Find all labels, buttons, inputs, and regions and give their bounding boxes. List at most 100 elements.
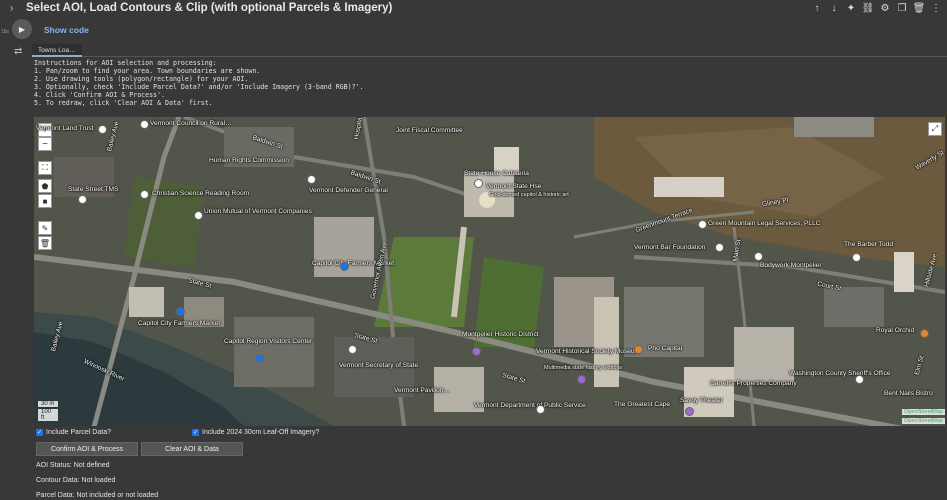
instruction-line: 2. Use drawing tools (polygon/rectangle)…	[34, 75, 249, 83]
map-label: Savoy Theater	[680, 397, 723, 404]
poi-pin-icon[interactable]	[140, 190, 149, 199]
gear-icon[interactable]: ⚙	[878, 1, 892, 15]
instruction-line: 1. Pan/zoom to find your area. Town boun…	[34, 67, 261, 75]
draw-polygon-icon[interactable]: ⬟	[38, 179, 52, 193]
parking-pin-icon[interactable]	[255, 354, 264, 363]
show-code-link[interactable]: Show code	[44, 25, 89, 35]
poi-pin-icon[interactable]	[348, 345, 357, 354]
map-label: Joint Fiscal Committee	[396, 127, 463, 134]
poi-pin-icon[interactable]	[715, 243, 724, 252]
map-view[interactable]: + − ⛶ ⬟ ■ ✎ 🗑 ⤢ Vermont Land Trust Vermo…	[34, 117, 945, 426]
map-label: Bodywork Montpelier	[760, 262, 822, 269]
map-label: Vermont Land Trust	[36, 125, 94, 132]
poi-pin-icon[interactable]	[536, 405, 545, 414]
theater-pin-icon[interactable]	[685, 407, 694, 416]
market-pin-icon[interactable]	[340, 262, 349, 271]
map-label: State Street TMS	[68, 186, 119, 193]
museum-pin-icon[interactable]	[577, 375, 586, 384]
poi-pin-icon[interactable]	[140, 120, 149, 129]
poi-pin-icon[interactable]	[754, 252, 763, 261]
map-attribution[interactable]: OpenStreetMap	[902, 418, 945, 424]
draw-rectangle-icon[interactable]: ■	[38, 194, 52, 208]
run-timestamp: 18s	[1, 29, 10, 35]
satellite-imagery	[34, 117, 945, 426]
fullscreen-toggle-icon[interactable]: ⛶	[38, 161, 52, 175]
map-label: Montpelier Historic District	[462, 331, 539, 338]
poi-pin-icon[interactable]	[98, 125, 107, 134]
map-label: Vermont Department of Public Service	[474, 402, 586, 409]
map-label: Vermont Secretary of State	[339, 362, 419, 369]
link-icon[interactable]: ⛓	[861, 1, 875, 15]
cell-header: › Select AOI, Load Contours & Clip (with…	[0, 0, 947, 16]
edit-layers-icon[interactable]: ✎	[38, 221, 52, 235]
instruction-line: 4. Click 'Confirm AOI & Process'.	[34, 91, 166, 99]
checkmark-icon: ✓	[36, 429, 43, 436]
expand-icon[interactable]: ⤢	[928, 122, 942, 136]
more-icon[interactable]: ⋮	[929, 1, 943, 15]
play-icon: ▶	[18, 24, 26, 34]
output-menu-icon[interactable]: ⇄	[14, 46, 22, 57]
map-label: Human Rights Commission	[209, 157, 289, 164]
map-label: Bent Nails Bistro	[884, 390, 933, 397]
map-label: Carrett's Properties Company	[710, 380, 797, 387]
map-label: Vermont State Hse	[486, 183, 542, 190]
trash-icon[interactable]: 🗑	[912, 1, 926, 15]
include-parcels-label: Include Parcel Data?	[46, 429, 111, 436]
map-label: Vermont Bar Foundation	[634, 244, 706, 251]
restaurant-pin-icon[interactable]	[920, 329, 929, 338]
poi-pin-icon[interactable]	[855, 375, 864, 384]
run-cell-button[interactable]: ▶	[12, 19, 32, 39]
contour-status: Contour Data: Not loaded	[36, 477, 116, 484]
cell-title: Select AOI, Load Contours & Clip (with o…	[26, 2, 393, 14]
map-label: Royal Orchid	[876, 327, 915, 334]
market-pin-icon[interactable]	[176, 307, 185, 316]
poi-pin-icon[interactable]	[474, 179, 483, 188]
include-imagery-checkbox[interactable]: ✓ Include 2024 30cm Leaf-Off Imagery?	[192, 429, 319, 436]
parcel-status: Parcel Data: Not included or not loaded	[36, 492, 159, 499]
cell-gutter: 18s ▶ ⇄	[0, 16, 36, 500]
arrow-up-icon[interactable]: ↑	[810, 1, 824, 15]
map-label: Multimedia state history exhibits	[544, 365, 622, 371]
delete-layers-icon[interactable]: 🗑	[38, 236, 52, 250]
map-label: Vermont Defender General	[309, 187, 388, 194]
include-parcels-checkbox[interactable]: ✓ Include Parcel Data?	[36, 429, 111, 436]
sparkle-icon[interactable]: ✦	[844, 1, 858, 15]
zoom-out-button[interactable]: −	[38, 137, 52, 151]
arrow-down-icon[interactable]: ↓	[827, 1, 841, 15]
map-label: Green Mountain Legal Services, PLLC	[708, 220, 821, 227]
map-label: State House Cafeteria	[464, 170, 529, 177]
poi-pin-icon[interactable]	[78, 195, 87, 204]
map-label: Vermont Council on Rural…	[150, 120, 232, 127]
map-label: Vermont Pavilion…	[394, 387, 451, 394]
map-label: The Greatest Cape	[614, 401, 671, 408]
instructions: Instructions for AOI selection and proce…	[34, 59, 364, 107]
scale-meters: 30 m	[37, 401, 59, 408]
checkmark-icon: ✓	[192, 429, 199, 436]
map-label: Pho Capital	[648, 345, 683, 352]
include-imagery-label: Include 2024 30cm Leaf-Off Imagery?	[202, 429, 320, 436]
poi-pin-icon[interactable]	[194, 211, 203, 220]
poi-pin-icon[interactable]	[307, 175, 316, 184]
map-label: Christian Science Reading Room	[152, 190, 250, 197]
instruction-line: 5. To redraw, click 'Clear AOI & Data' f…	[34, 99, 213, 107]
map-label: The Barber Todd	[844, 241, 893, 248]
mirror-icon[interactable]: ❐	[895, 1, 909, 15]
cell-output: Towns Loa… Instructions for AOI selectio…	[32, 44, 947, 500]
instruction-line: Instructions for AOI selection and proce…	[34, 59, 217, 67]
map-attribution[interactable]: OpenStreetMap	[902, 409, 945, 415]
landmark-pin-icon[interactable]	[472, 347, 481, 356]
restaurant-pin-icon[interactable]	[634, 345, 643, 354]
confirm-aoi-button[interactable]: Confirm AOI & Process	[36, 442, 138, 456]
poi-pin-icon[interactable]	[698, 220, 707, 229]
output-tabbar: Towns Loa…	[32, 44, 947, 57]
scale-feet: 100 ft	[37, 409, 59, 422]
map-label: Capitol City Farmers Market	[138, 320, 221, 327]
map-label: Vermont Historical Society Museum	[536, 348, 641, 355]
chevron-right-icon[interactable]: ›	[10, 3, 22, 14]
map-label: Gold-domed capitol & historic art	[489, 192, 569, 198]
map-label: Capitol Region Visitors Center	[224, 338, 313, 345]
clear-aoi-button[interactable]: Clear AOI & Data	[141, 442, 243, 456]
poi-pin-icon[interactable]	[852, 253, 861, 262]
tab-towns-loaded[interactable]: Towns Loa…	[32, 44, 82, 57]
map-scale: 30 m 100 ft	[37, 401, 59, 423]
